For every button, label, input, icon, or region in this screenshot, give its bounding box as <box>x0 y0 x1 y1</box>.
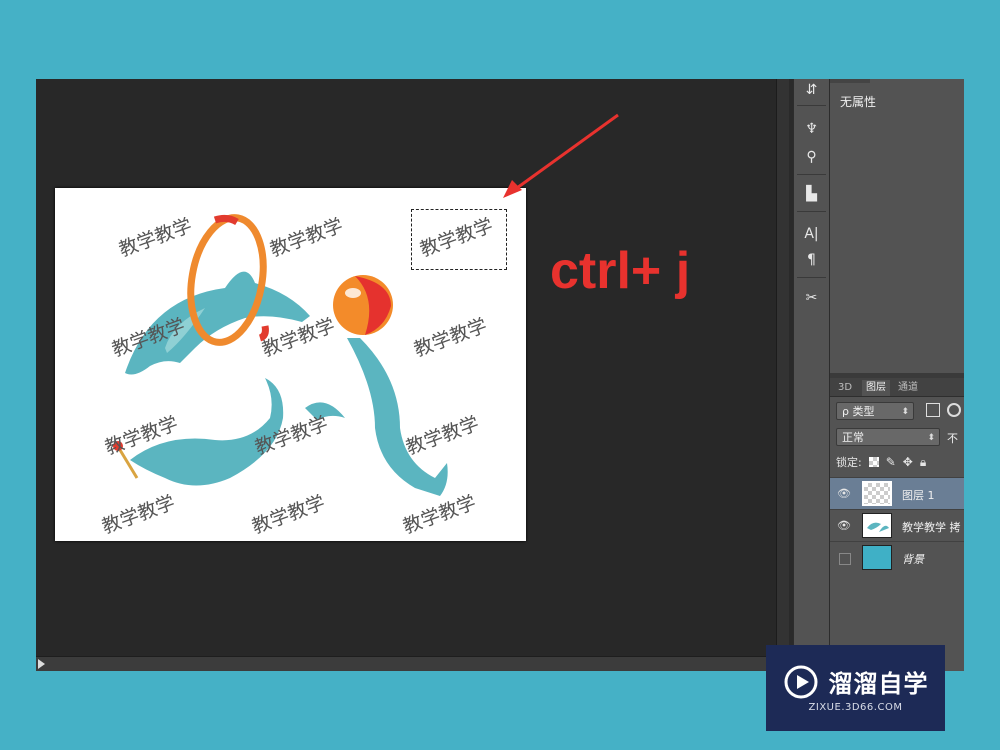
lock-move-icon[interactable]: ✥ <box>903 455 913 469</box>
layer-name: 图层 1 <box>902 489 935 502</box>
tab-3d[interactable]: 3D <box>834 380 856 396</box>
lock-label: 锁定: <box>836 456 862 469</box>
chevron-updown-icon: ⬍ <box>927 433 935 443</box>
ball-highlight <box>345 288 361 298</box>
brand-name: 溜溜自学 <box>828 670 929 698</box>
eye-icon[interactable]: 👁︎ <box>836 519 852 533</box>
chevron-updown-icon: ⬍ <box>901 407 909 417</box>
properties-tab[interactable] <box>830 79 870 83</box>
layers-panel-tabs: 3D 图层 通道 <box>830 378 964 397</box>
marquee-selection[interactable] <box>411 209 507 270</box>
play-logo-icon <box>784 665 817 698</box>
brand-url: ZIXUE.3D66.COM <box>808 701 903 713</box>
character-icon[interactable]: A| <box>798 223 825 245</box>
divider <box>797 105 826 106</box>
layer-row-background[interactable]: 背景 <box>830 541 964 574</box>
panel-icon-strip: ⇵ ♆ ⚲ ▙ A| ¶ ✂ <box>793 79 830 671</box>
properties-title: 无属性 <box>840 95 877 109</box>
brush-icon[interactable]: ⚲ <box>798 146 825 168</box>
layer-thumbnail <box>862 545 892 570</box>
hoop-stripe <box>213 214 239 226</box>
layers-panel: 3D 图层 通道 ρ 类型 ⬍ 正常 ⬍ 不 锁定: ✎ ✥ 🔒︎ 👁︎ 图层 … <box>830 378 964 671</box>
vertical-scrollbar[interactable] <box>776 79 789 671</box>
status-bar <box>36 656 776 671</box>
opacity-label: 不 <box>947 432 958 445</box>
lock-transparent-icon[interactable] <box>868 457 879 467</box>
divider <box>797 174 826 175</box>
lock-paint-icon[interactable]: ✎ <box>886 455 896 469</box>
clone-source-icon[interactable]: ▙ <box>798 183 825 205</box>
dolphin-2 <box>347 338 448 496</box>
eye-icon[interactable]: 👁︎ <box>836 487 852 501</box>
history-icon[interactable]: ⇵ <box>798 79 825 101</box>
image-filter-icon[interactable] <box>926 403 940 417</box>
layer-row-watermark-copy[interactable]: 👁︎ 教学教学 拷 <box>830 509 964 542</box>
adjustment-filter-icon[interactable] <box>947 403 961 417</box>
layer-thumbnail <box>862 513 892 538</box>
document-canvas[interactable]: 教学教学 教学教学 教学教学 教学教学 教学教学 教学教学 教学教学 教学教学 … <box>55 188 526 541</box>
lock-row: 锁定: ✎ ✥ 🔒︎ <box>836 454 926 470</box>
tool-presets-icon[interactable]: ✂ <box>798 287 825 309</box>
layer-name: 教学教学 拷 <box>902 521 961 534</box>
brush-presets-icon[interactable]: ♆ <box>798 118 825 140</box>
status-menu-arrow-icon[interactable] <box>38 659 45 669</box>
layer-name: 背景 <box>902 553 924 566</box>
properties-panel: 无属性 <box>830 79 964 373</box>
layer-filter-label: ρ 类型 <box>842 405 875 418</box>
right-panels: 无属性 3D 图层 通道 ρ 类型 ⬍ 正常 ⬍ 不 锁定: ✎ ✥ 🔒︎ 👁︎… <box>830 79 964 671</box>
paragraph-icon[interactable]: ¶ <box>798 249 825 271</box>
hoop <box>187 214 267 346</box>
blend-mode-label: 正常 <box>842 431 864 444</box>
tab-channels[interactable]: 通道 <box>894 380 922 396</box>
dolphin-thumb-icon <box>867 522 889 532</box>
layer-row-layer1[interactable]: 👁︎ 图层 1 <box>830 477 964 510</box>
photoshop-window: ⇵ ♆ ⚲ ▙ A| ¶ ✂ 无属性 3D 图层 通道 ρ 类型 ⬍ 正常 ⬍ … <box>36 79 964 671</box>
layer-thumbnail <box>862 481 892 506</box>
lock-all-icon[interactable]: 🔒︎ <box>920 455 926 470</box>
visibility-toggle[interactable] <box>839 553 851 565</box>
brand-logo: 溜溜自学 ZIXUE.3D66.COM <box>766 645 945 731</box>
tab-layers[interactable]: 图层 <box>862 380 890 396</box>
blend-mode-select[interactable]: 正常 ⬍ <box>836 428 940 446</box>
divider <box>797 211 826 212</box>
layer-filter-select[interactable]: ρ 类型 ⬍ <box>836 402 914 420</box>
divider <box>797 277 826 278</box>
